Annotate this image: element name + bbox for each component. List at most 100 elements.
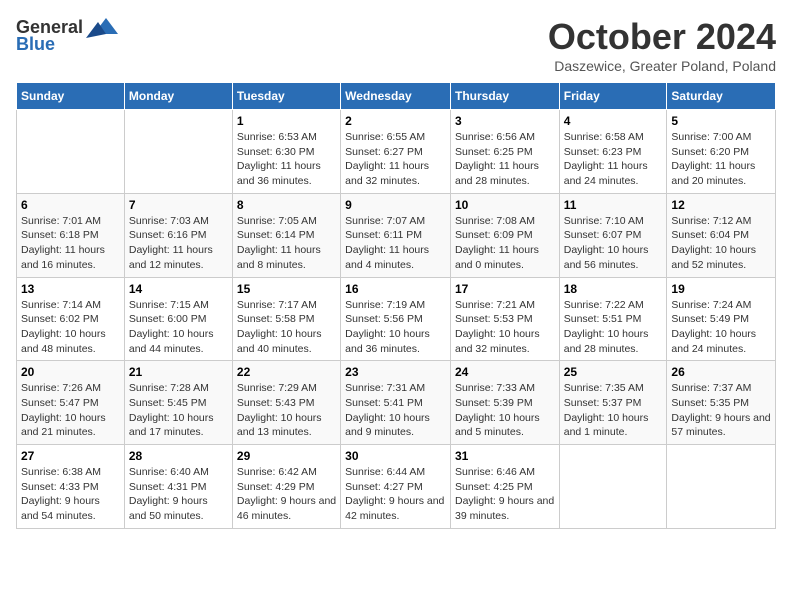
day-info: Sunrise: 7:17 AM Sunset: 5:58 PM Dayligh… bbox=[237, 298, 336, 357]
day-cell bbox=[667, 445, 776, 529]
day-number: 11 bbox=[564, 198, 663, 212]
day-info: Sunrise: 7:29 AM Sunset: 5:43 PM Dayligh… bbox=[237, 381, 336, 440]
day-number: 13 bbox=[21, 282, 120, 296]
day-number: 14 bbox=[129, 282, 228, 296]
day-info: Sunrise: 6:58 AM Sunset: 6:23 PM Dayligh… bbox=[564, 130, 663, 189]
day-info: Sunrise: 7:33 AM Sunset: 5:39 PM Dayligh… bbox=[455, 381, 555, 440]
day-cell: 3 Sunrise: 6:56 AM Sunset: 6:25 PM Daylig… bbox=[450, 110, 559, 194]
day-cell: 4 Sunrise: 6:58 AM Sunset: 6:23 PM Daylig… bbox=[559, 110, 667, 194]
week-row-5: 27 Sunrise: 6:38 AM Sunset: 4:33 PM Dayli… bbox=[17, 445, 776, 529]
day-cell bbox=[17, 110, 125, 194]
day-number: 7 bbox=[129, 198, 228, 212]
day-cell: 15 Sunrise: 7:17 AM Sunset: 5:58 PM Dayli… bbox=[232, 277, 340, 361]
col-header-saturday: Saturday bbox=[667, 83, 776, 110]
day-number: 31 bbox=[455, 449, 555, 463]
day-cell: 17 Sunrise: 7:21 AM Sunset: 5:53 PM Dayli… bbox=[450, 277, 559, 361]
day-info: Sunrise: 6:55 AM Sunset: 6:27 PM Dayligh… bbox=[345, 130, 446, 189]
day-number: 20 bbox=[21, 365, 120, 379]
day-cell: 30Sunrise: 6:44 AM Sunset: 4:27 PM Dayli… bbox=[341, 445, 451, 529]
week-row-4: 20 Sunrise: 7:26 AM Sunset: 5:47 PM Dayli… bbox=[17, 361, 776, 445]
day-cell: 6 Sunrise: 7:01 AM Sunset: 6:18 PM Daylig… bbox=[17, 193, 125, 277]
day-number: 23 bbox=[345, 365, 446, 379]
day-number: 8 bbox=[237, 198, 336, 212]
day-cell: 25Sunrise: 7:35 AM Sunset: 5:37 PM Dayli… bbox=[559, 361, 667, 445]
location-subtitle: Daszewice, Greater Poland, Poland bbox=[548, 58, 776, 74]
day-info: Sunrise: 6:46 AM Sunset: 4:25 PM Dayligh… bbox=[455, 465, 555, 524]
week-row-1: 1 Sunrise: 6:53 AM Sunset: 6:30 PM Daylig… bbox=[17, 110, 776, 194]
day-info: Sunrise: 7:10 AM Sunset: 6:07 PM Dayligh… bbox=[564, 214, 663, 273]
page-header: General Blue October 2024 Daszewice, Gre… bbox=[16, 16, 776, 74]
logo-icon bbox=[86, 16, 118, 38]
day-cell: 21 Sunrise: 7:28 AM Sunset: 5:45 PM Dayli… bbox=[124, 361, 232, 445]
day-number: 29 bbox=[237, 449, 336, 463]
day-cell: 7Sunrise: 7:03 AM Sunset: 6:16 PM Daylig… bbox=[124, 193, 232, 277]
day-cell: 26 Sunrise: 7:37 AM Sunset: 5:35 PM Dayli… bbox=[667, 361, 776, 445]
day-number: 26 bbox=[671, 365, 771, 379]
day-cell: 5 Sunrise: 7:00 AM Sunset: 6:20 PM Daylig… bbox=[667, 110, 776, 194]
page-title: October 2024 bbox=[548, 16, 776, 58]
col-header-monday: Monday bbox=[124, 83, 232, 110]
day-info: Sunrise: 6:38 AM Sunset: 4:33 PM Dayligh… bbox=[21, 465, 120, 524]
day-info: Sunrise: 7:08 AM Sunset: 6:09 PM Dayligh… bbox=[455, 214, 555, 273]
day-cell: 16Sunrise: 7:19 AM Sunset: 5:56 PM Dayli… bbox=[341, 277, 451, 361]
day-cell: 18 Sunrise: 7:22 AM Sunset: 5:51 PM Dayli… bbox=[559, 277, 667, 361]
day-info: Sunrise: 7:01 AM Sunset: 6:18 PM Dayligh… bbox=[21, 214, 120, 273]
day-info: Sunrise: 7:00 AM Sunset: 6:20 PM Dayligh… bbox=[671, 130, 771, 189]
day-number: 10 bbox=[455, 198, 555, 212]
day-info: Sunrise: 7:31 AM Sunset: 5:41 PM Dayligh… bbox=[345, 381, 446, 440]
day-info: Sunrise: 7:37 AM Sunset: 5:35 PM Dayligh… bbox=[671, 381, 771, 440]
day-cell: 31 Sunrise: 6:46 AM Sunset: 4:25 PM Dayli… bbox=[450, 445, 559, 529]
day-info: Sunrise: 7:15 AM Sunset: 6:00 PM Dayligh… bbox=[129, 298, 228, 357]
day-number: 3 bbox=[455, 114, 555, 128]
col-header-sunday: Sunday bbox=[17, 83, 125, 110]
col-header-friday: Friday bbox=[559, 83, 667, 110]
day-number: 9 bbox=[345, 198, 446, 212]
day-number: 17 bbox=[455, 282, 555, 296]
title-block: October 2024 Daszewice, Greater Poland, … bbox=[548, 16, 776, 74]
day-number: 6 bbox=[21, 198, 120, 212]
day-cell: 20 Sunrise: 7:26 AM Sunset: 5:47 PM Dayli… bbox=[17, 361, 125, 445]
day-number: 21 bbox=[129, 365, 228, 379]
col-header-thursday: Thursday bbox=[450, 83, 559, 110]
day-number: 2 bbox=[345, 114, 446, 128]
day-cell bbox=[124, 110, 232, 194]
day-cell: 2 Sunrise: 6:55 AM Sunset: 6:27 PM Daylig… bbox=[341, 110, 451, 194]
day-info: Sunrise: 7:28 AM Sunset: 5:45 PM Dayligh… bbox=[129, 381, 228, 440]
day-info: Sunrise: 7:22 AM Sunset: 5:51 PM Dayligh… bbox=[564, 298, 663, 357]
day-number: 12 bbox=[671, 198, 771, 212]
calendar-table: SundayMondayTuesdayWednesdayThursdayFrid… bbox=[16, 82, 776, 529]
day-number: 5 bbox=[671, 114, 771, 128]
day-cell: 19Sunrise: 7:24 AM Sunset: 5:49 PM Dayli… bbox=[667, 277, 776, 361]
day-number: 27 bbox=[21, 449, 120, 463]
week-row-3: 13Sunrise: 7:14 AM Sunset: 6:02 PM Dayli… bbox=[17, 277, 776, 361]
day-cell: 29Sunrise: 6:42 AM Sunset: 4:29 PM Dayli… bbox=[232, 445, 340, 529]
day-info: Sunrise: 7:07 AM Sunset: 6:11 PM Dayligh… bbox=[345, 214, 446, 273]
day-info: Sunrise: 6:53 AM Sunset: 6:30 PM Dayligh… bbox=[237, 130, 336, 189]
day-number: 25 bbox=[564, 365, 663, 379]
day-info: Sunrise: 6:56 AM Sunset: 6:25 PM Dayligh… bbox=[455, 130, 555, 189]
col-header-wednesday: Wednesday bbox=[341, 83, 451, 110]
day-cell: 11 Sunrise: 7:10 AM Sunset: 6:07 PM Dayli… bbox=[559, 193, 667, 277]
day-cell: 12 Sunrise: 7:12 AM Sunset: 6:04 PM Dayli… bbox=[667, 193, 776, 277]
day-info: Sunrise: 7:21 AM Sunset: 5:53 PM Dayligh… bbox=[455, 298, 555, 357]
week-row-2: 6 Sunrise: 7:01 AM Sunset: 6:18 PM Daylig… bbox=[17, 193, 776, 277]
day-number: 1 bbox=[237, 114, 336, 128]
day-number: 24 bbox=[455, 365, 555, 379]
day-number: 4 bbox=[564, 114, 663, 128]
day-cell: 28Sunrise: 6:40 AM Sunset: 4:31 PM Dayli… bbox=[124, 445, 232, 529]
day-info: Sunrise: 6:40 AM Sunset: 4:31 PM Dayligh… bbox=[129, 465, 228, 524]
day-cell: 23 Sunrise: 7:31 AM Sunset: 5:41 PM Dayli… bbox=[341, 361, 451, 445]
day-cell: 9 Sunrise: 7:07 AM Sunset: 6:11 PM Daylig… bbox=[341, 193, 451, 277]
day-cell: 10 Sunrise: 7:08 AM Sunset: 6:09 PM Dayli… bbox=[450, 193, 559, 277]
day-info: Sunrise: 7:19 AM Sunset: 5:56 PM Dayligh… bbox=[345, 298, 446, 357]
col-header-tuesday: Tuesday bbox=[232, 83, 340, 110]
day-number: 15 bbox=[237, 282, 336, 296]
day-cell: 13Sunrise: 7:14 AM Sunset: 6:02 PM Dayli… bbox=[17, 277, 125, 361]
day-number: 22 bbox=[237, 365, 336, 379]
day-cell: 22 Sunrise: 7:29 AM Sunset: 5:43 PM Dayli… bbox=[232, 361, 340, 445]
day-cell: 24 Sunrise: 7:33 AM Sunset: 5:39 PM Dayli… bbox=[450, 361, 559, 445]
day-info: Sunrise: 7:12 AM Sunset: 6:04 PM Dayligh… bbox=[671, 214, 771, 273]
day-info: Sunrise: 7:26 AM Sunset: 5:47 PM Dayligh… bbox=[21, 381, 120, 440]
day-cell: 8Sunrise: 7:05 AM Sunset: 6:14 PM Daylig… bbox=[232, 193, 340, 277]
day-number: 18 bbox=[564, 282, 663, 296]
